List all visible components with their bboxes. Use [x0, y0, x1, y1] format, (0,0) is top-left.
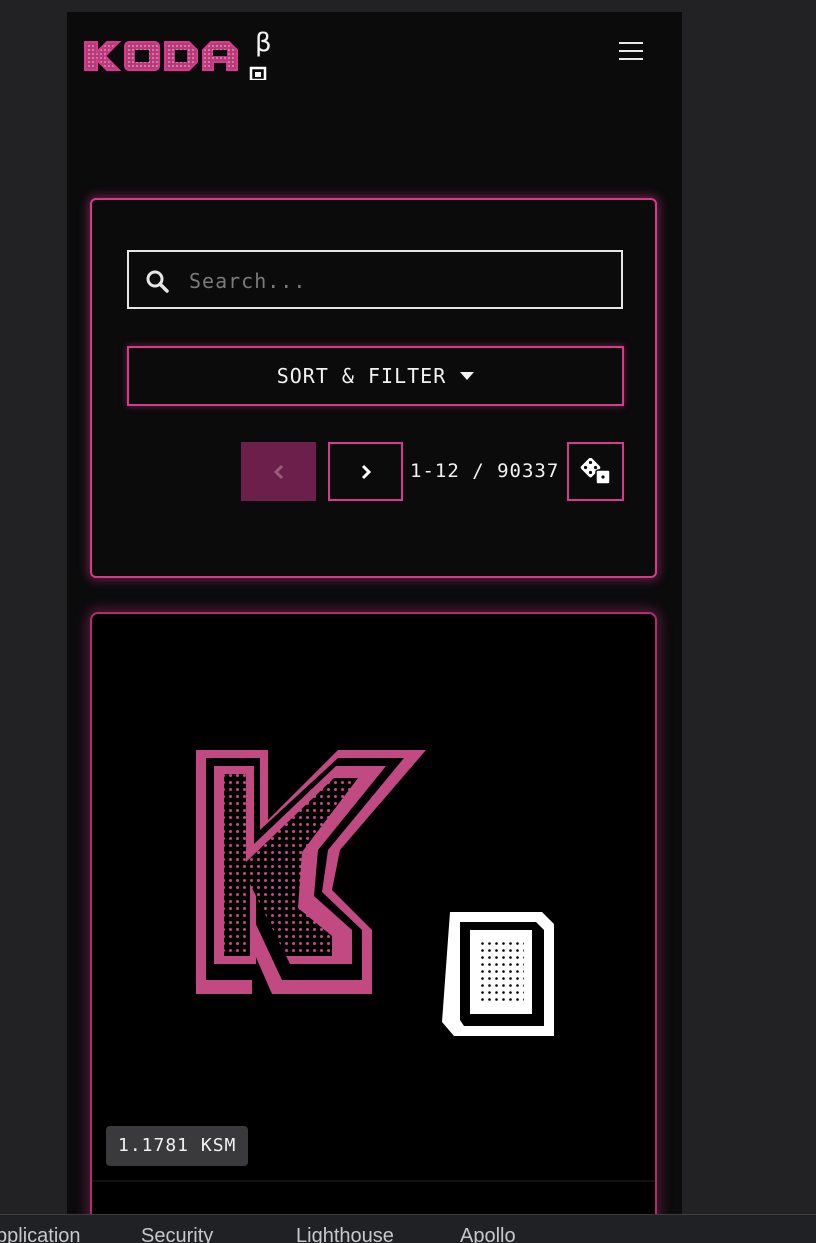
hamburger-line	[619, 42, 643, 44]
next-page-button[interactable]	[328, 442, 403, 501]
price-badge: 1.1781 KSM	[106, 1126, 249, 1166]
logo-icon	[84, 41, 267, 82]
logo-beta: β	[255, 28, 272, 58]
dice-icon	[580, 457, 611, 485]
sort-filter-button[interactable]: SORT & FILTER	[127, 346, 624, 406]
hamburger-line	[619, 58, 643, 60]
search-box[interactable]	[127, 250, 623, 309]
random-button[interactable]	[567, 442, 624, 501]
sort-filter-label: SORT & FILTER	[276, 364, 447, 388]
devtools-tab-application[interactable]: pplication	[0, 1225, 81, 1243]
search-filter-panel: SORT & FILTER 1-12 / 90337	[90, 198, 657, 578]
koda-logo[interactable]: β	[83, 24, 275, 82]
chevron-right-icon	[361, 464, 371, 479]
nft-card[interactable]: 1.1781 KSM	[90, 612, 657, 1215]
app-viewport: β SORT & FILTER	[67, 12, 682, 1215]
previous-page-button[interactable]	[241, 442, 316, 501]
hamburger-line	[619, 50, 643, 52]
nft-image	[192, 744, 572, 1044]
search-input[interactable]	[187, 262, 611, 300]
hamburger-menu-button[interactable]	[617, 40, 645, 62]
card-divider	[92, 1180, 655, 1182]
devtools-tab-security[interactable]: Security	[141, 1225, 213, 1243]
chevron-left-icon	[273, 464, 283, 479]
caret-down-icon	[460, 372, 475, 380]
devtools-tab-apollo[interactable]: Apollo	[460, 1225, 516, 1243]
devtools-tab-bar: pplication Security Lighthouse Apollo	[0, 1214, 816, 1243]
pagination-count: 1-12 / 90337	[410, 460, 560, 482]
devtools-tab-lighthouse[interactable]: Lighthouse	[296, 1225, 394, 1243]
search-icon	[145, 269, 169, 293]
